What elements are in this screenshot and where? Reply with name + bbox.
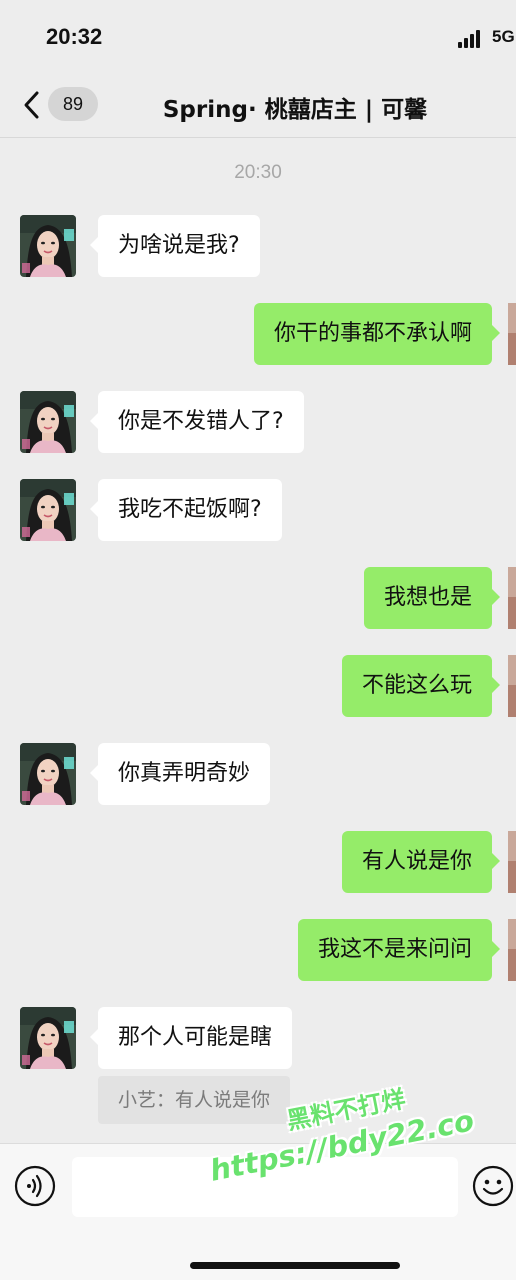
contact-avatar[interactable]: [20, 479, 76, 541]
chat-header: 89 Spring· 桃囍店主 | 可馨: [0, 72, 516, 138]
chat-title: Spring· 桃囍店主 | 可馨: [162, 97, 428, 123]
incoming-message[interactable]: 我吃不起饭啊?: [90, 479, 282, 541]
self-avatar[interactable]: [508, 919, 516, 981]
self-avatar[interactable]: [508, 303, 516, 365]
contact-avatar[interactable]: [20, 215, 76, 277]
unread-count-badge[interactable]: 89: [48, 87, 98, 121]
self-avatar[interactable]: [508, 567, 516, 629]
home-indicator: [190, 1262, 400, 1269]
incoming-message[interactable]: 你真弄明奇妙: [89, 743, 271, 805]
emoji-icon[interactable]: [472, 1165, 514, 1207]
outgoing-message[interactable]: 不能这么玩: [341, 655, 501, 717]
contact-avatar[interactable]: [20, 391, 76, 453]
cellular-signal-icon: [458, 30, 486, 48]
self-avatar[interactable]: [508, 831, 516, 893]
outgoing-message[interactable]: 有人说是你: [341, 831, 501, 893]
outgoing-message[interactable]: 我想也是: [363, 567, 501, 629]
message-timestamp: 20:30: [234, 162, 282, 183]
outgoing-message[interactable]: 我这不是来问问: [297, 919, 501, 981]
contact-avatar[interactable]: [20, 1007, 76, 1069]
self-avatar[interactable]: [508, 655, 516, 717]
network-type: 5G: [492, 27, 515, 46]
voice-icon[interactable]: [14, 1165, 56, 1207]
outgoing-message[interactable]: 你干的事都不承认啊: [253, 303, 501, 365]
contact-avatar[interactable]: [20, 743, 76, 805]
chevron-left-icon[interactable]: [20, 90, 46, 120]
status-time: 20:32: [46, 24, 103, 49]
status-bar: 20:32 5G: [0, 0, 516, 72]
incoming-message[interactable]: 为啥说是我?: [90, 215, 260, 277]
incoming-message[interactable]: 你是不发错人了?: [90, 391, 304, 453]
incoming-message[interactable]: 那个人可能是瞎: [89, 1007, 293, 1069]
